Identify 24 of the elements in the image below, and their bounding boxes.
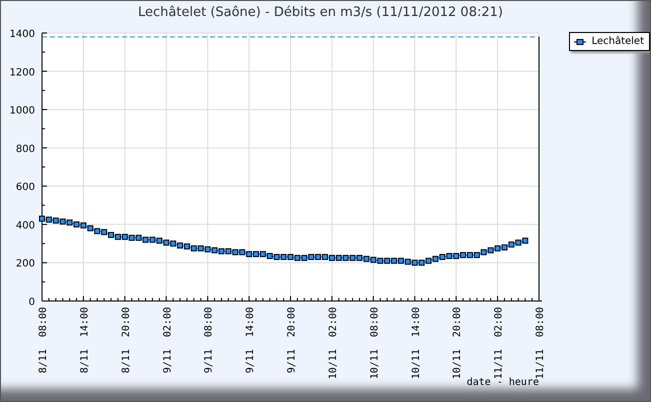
axis-label: 9/11 02:00 [162, 307, 174, 374]
axis-label: 11/11 02:00 [494, 307, 505, 380]
axis-label: 1200 [10, 67, 35, 78]
axis-label: 10/11 20:00 [452, 307, 464, 380]
axis-label: 10/11 02:00 [328, 307, 339, 380]
axis-label: 600 [16, 182, 35, 194]
axis-title: date - heure [466, 377, 539, 388]
axis-label: 8/11 20:00 [120, 307, 132, 374]
axis-label: 10/11 14:00 [410, 307, 422, 380]
chart-title: Lechâtelet (Saône) - Débits en m3/s (11/11/2012 08:21) [137, 4, 504, 22]
axis-label: 1400 [10, 29, 35, 40]
axis-label: 10/11 08:00 [369, 307, 380, 380]
axis-label: 8/11 08:00 [38, 307, 49, 374]
axis-label: 1000 [10, 106, 35, 117]
axis-label: 9/11 08:00 [204, 307, 215, 374]
axis-label: 0 [28, 297, 35, 308]
axis-label: 200 [16, 258, 35, 270]
axis-label: 9/11 20:00 [286, 307, 298, 374]
axis-label: 8/11 14:00 [79, 307, 90, 374]
axis-label: 400 [16, 220, 35, 232]
axis-label: 11/11 08:00 [535, 307, 546, 380]
legend-label: Lechâtelet [592, 36, 644, 47]
axis-label: 9/11 14:00 [245, 307, 256, 374]
axis-label: 800 [16, 144, 35, 155]
